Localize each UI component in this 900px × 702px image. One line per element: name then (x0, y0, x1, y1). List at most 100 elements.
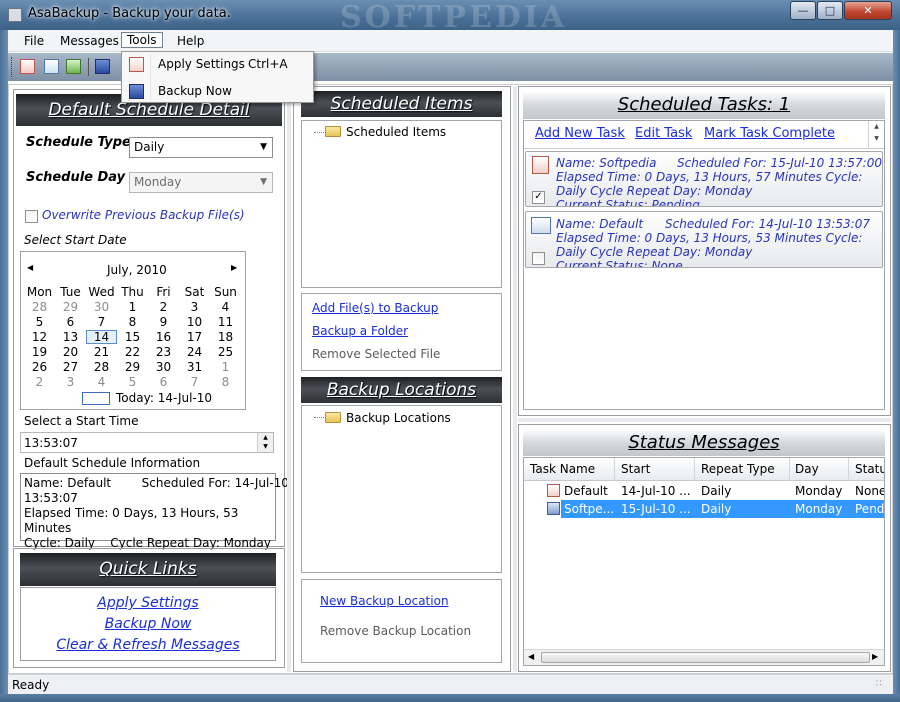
calendar-day[interactable]: 7 (86, 315, 117, 329)
maximize-button[interactable]: □ (817, 1, 843, 20)
new-location-link[interactable]: New Backup Location (320, 594, 449, 608)
calendar-day[interactable]: 4 (210, 300, 241, 314)
calendar-day[interactable]: 14 (86, 330, 117, 344)
menu-backup-now[interactable]: Backup Now (124, 81, 311, 103)
calendar-day[interactable]: 18 (210, 330, 241, 344)
save-icon[interactable] (95, 59, 110, 74)
calendar-day[interactable]: 20 (55, 345, 86, 359)
menu-tools[interactable]: Tools (121, 32, 163, 48)
backup-locations-tree[interactable]: Backup Locations (301, 405, 502, 573)
calendar-day[interactable]: 2 (24, 375, 55, 389)
calendar-day[interactable]: 21 (86, 345, 117, 359)
minimize-button[interactable]: — (790, 1, 816, 20)
calendar-day[interactable]: 30 (148, 360, 179, 374)
title-bar[interactable]: AsaBackup - Backup your data. SOFTPEDIA … (0, 0, 900, 35)
calendar-day[interactable]: 31 (179, 360, 210, 374)
col-day[interactable]: Day (795, 462, 819, 476)
scheduled-items-root[interactable]: Scheduled Items (346, 125, 446, 139)
schedule-day-select[interactable]: Monday ▼ (129, 172, 273, 193)
mark-complete-link[interactable]: Mark Task Complete (704, 126, 835, 141)
calendar-day[interactable]: 3 (55, 375, 86, 389)
task-checkbox[interactable]: ✓ (532, 191, 545, 204)
table-row[interactable]: Default 14-Jul-10 ... Daily Monday None (524, 482, 884, 500)
add-files-link[interactable]: Add File(s) to Backup (312, 301, 438, 315)
calendar-day[interactable]: 19 (24, 345, 55, 359)
calendar-day[interactable]: 4 (86, 375, 117, 389)
overwrite-label[interactable]: Overwrite Previous Backup File(s) (42, 208, 245, 222)
calendar-day[interactable]: 5 (24, 315, 55, 329)
quick-clear-refresh-link[interactable]: Clear & Refresh Messages (0, 637, 296, 653)
overwrite-checkbox[interactable] (25, 210, 38, 223)
tasks-scroll[interactable]: ▲ ▼ (868, 121, 884, 148)
scroll-thumb[interactable] (541, 652, 870, 663)
calendar-day[interactable]: 9 (148, 315, 179, 329)
next-month-icon[interactable]: ▶ (231, 263, 237, 272)
remove-location-link[interactable]: Remove Backup Location (320, 624, 471, 638)
splitter-right[interactable] (513, 86, 517, 672)
task-card[interactable]: Name: Default Scheduled For: 14-Jul-10 1… (525, 211, 883, 268)
refresh-icon[interactable] (66, 59, 81, 74)
calendar-day[interactable]: 26 (24, 360, 55, 374)
col-start[interactable]: Start (621, 462, 650, 476)
calendar-day[interactable]: 25 (210, 345, 241, 359)
scheduled-items-tree[interactable]: Scheduled Items (301, 120, 502, 288)
calendar-day[interactable]: 3 (179, 300, 210, 314)
calendar-day[interactable]: 24 (179, 345, 210, 359)
calendar-day[interactable]: 23 (148, 345, 179, 359)
prev-month-icon[interactable]: ◀ (27, 263, 33, 272)
scroll-left-icon[interactable]: ◀ (528, 652, 534, 661)
book-icon[interactable] (44, 59, 59, 74)
calendar-day[interactable]: 16 (148, 330, 179, 344)
calendar-day[interactable]: 8 (117, 315, 148, 329)
quick-apply-settings-link[interactable]: Apply Settings (0, 595, 296, 611)
backup-folder-link[interactable]: Backup a Folder (312, 324, 408, 338)
calendar-day[interactable]: 15 (117, 330, 148, 344)
calendar-day[interactable]: 13 (55, 330, 86, 344)
task-card[interactable]: ✓ Name: Softpedia Scheduled For: 15-Jul-… (525, 151, 883, 207)
remove-file-link[interactable]: Remove Selected File (312, 347, 440, 361)
add-task-link[interactable]: Add New Task (535, 126, 625, 141)
calendar-day[interactable]: 2 (148, 300, 179, 314)
quick-backup-now-link[interactable]: Backup Now (0, 616, 296, 632)
calendar-day[interactable]: 27 (55, 360, 86, 374)
calendar-day[interactable]: 29 (55, 300, 86, 314)
edit-task-link[interactable]: Edit Task (635, 126, 692, 141)
menu-help[interactable]: Help (171, 33, 210, 49)
col-repeat-type[interactable]: Repeat Type (701, 462, 775, 476)
task-checkbox[interactable] (532, 252, 545, 265)
calendar-day[interactable]: 10 (179, 315, 210, 329)
apply-settings-icon[interactable] (20, 59, 35, 74)
calendar-day[interactable]: 28 (86, 360, 117, 374)
calendar-day[interactable]: 5 (117, 375, 148, 389)
calendar-day[interactable]: 17 (179, 330, 210, 344)
splitter-left[interactable] (287, 86, 291, 672)
table-row[interactable]: Softpe... 15-Jul-10 ... Daily Monday Pen… (524, 500, 884, 518)
calendar[interactable]: ◀ July, 2010 ▶ Mon Tue Wed Thu Fri Sat Sun 28 29… (20, 251, 246, 410)
menu-messages[interactable]: Messages (54, 33, 125, 49)
calendar-day[interactable]: 30 (86, 300, 117, 314)
menu-file[interactable]: File (18, 33, 50, 49)
calendar-day[interactable]: 7 (179, 375, 210, 389)
calendar-day[interactable]: 29 (117, 360, 148, 374)
resize-grip-icon[interactable]: ∷ (876, 679, 882, 689)
start-time-input[interactable]: 13:53:07 ▲ ▼ (20, 432, 274, 453)
today-label[interactable]: Today: 14-Jul-10 (116, 391, 212, 405)
calendar-day[interactable]: 1 (210, 360, 241, 374)
calendar-day[interactable]: 11 (210, 315, 241, 329)
calendar-day[interactable]: 22 (117, 345, 148, 359)
calendar-day[interactable]: 6 (148, 375, 179, 389)
col-task-name[interactable]: Task Name (530, 462, 595, 476)
backup-locations-root[interactable]: Backup Locations (346, 411, 451, 425)
status-grid[interactable]: Task Name Start Repeat Type Day Statu De… (523, 457, 885, 666)
close-button[interactable]: ✕ (844, 1, 892, 20)
col-status[interactable]: Statu (855, 462, 884, 476)
calendar-day[interactable]: 6 (55, 315, 86, 329)
splitter-horizontal[interactable] (518, 418, 891, 422)
calendar-day[interactable]: 1 (117, 300, 148, 314)
menu-apply-settings[interactable]: Apply Settings Ctrl+A (124, 54, 311, 76)
time-spinner[interactable]: ▲ ▼ (257, 433, 273, 452)
calendar-day[interactable]: 12 (24, 330, 55, 344)
horizontal-scrollbar[interactable]: ◀ ▶ (524, 649, 884, 665)
calendar-day[interactable]: 8 (210, 375, 241, 389)
schedule-type-select[interactable]: Daily ▼ (129, 137, 273, 158)
